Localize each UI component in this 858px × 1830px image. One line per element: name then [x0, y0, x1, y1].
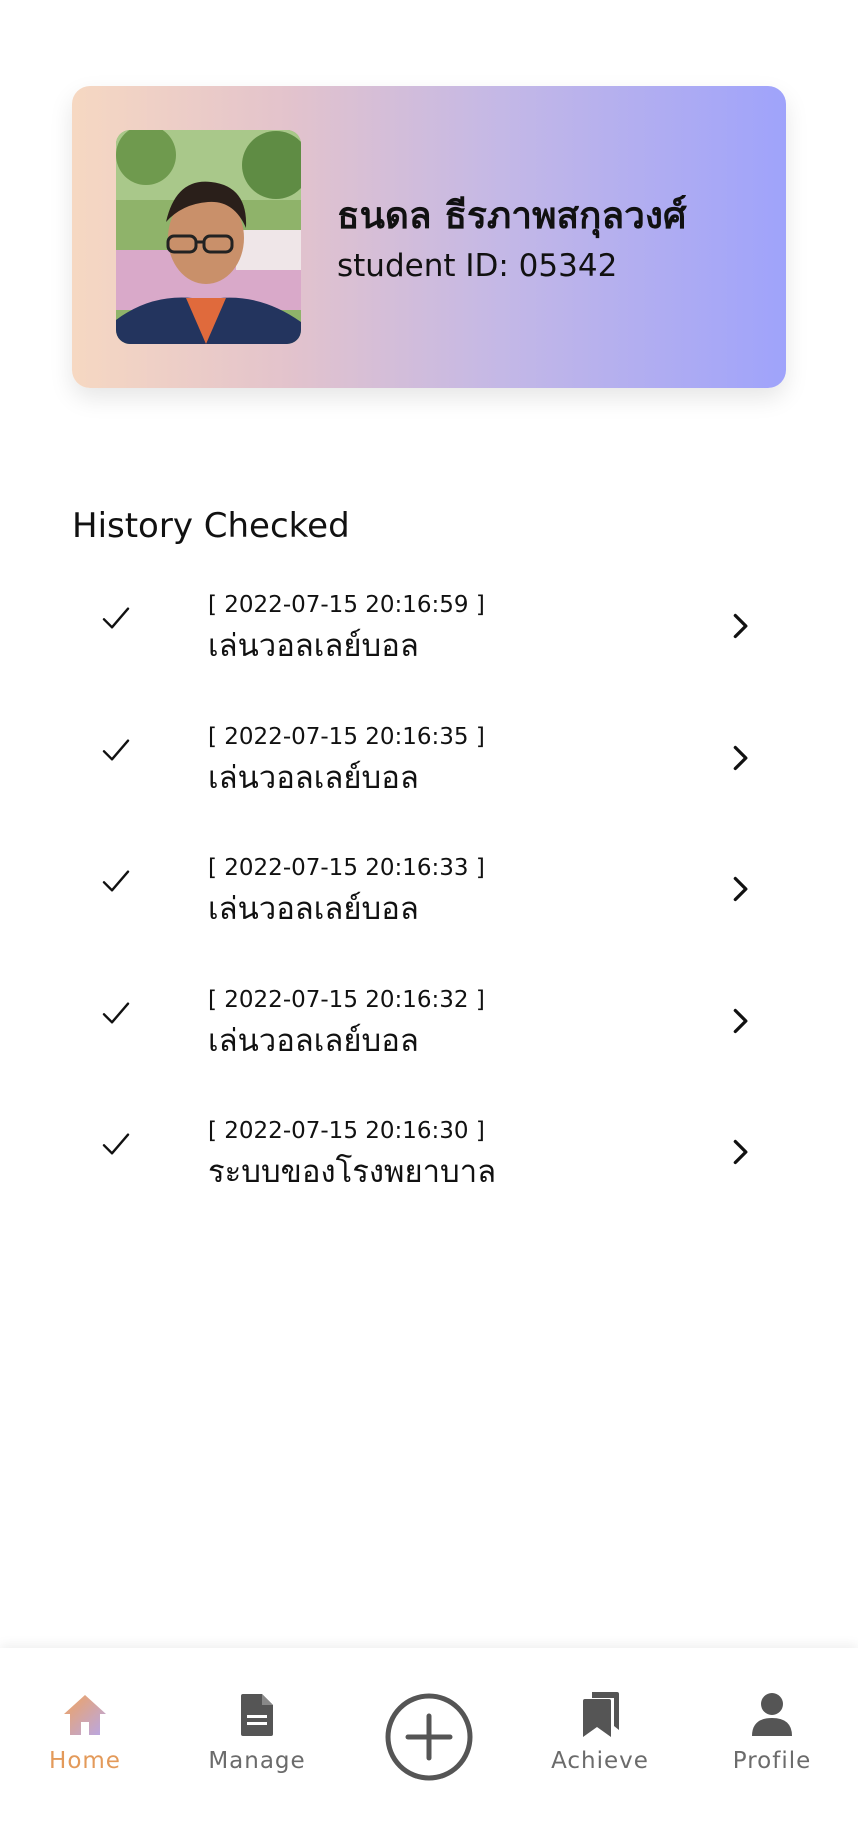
- student-id: student ID: 05342: [337, 248, 618, 284]
- home-icon: [64, 1695, 106, 1735]
- history-item-time: [ 2022-07-15 20:16:30 ]: [208, 1118, 485, 1144]
- nav-profile[interactable]: Profile: [702, 1690, 842, 1790]
- history-list: [ 2022-07-15 20:16:59 ] เล่นวอลเลย์บอล […: [0, 580, 858, 1238]
- history-item-time: [ 2022-07-15 20:16:59 ]: [208, 592, 485, 618]
- history-item-title: ระบบของโรงพยาบาล: [208, 1154, 497, 1190]
- history-item[interactable]: [ 2022-07-15 20:16:30 ] ระบบของโรงพยาบาล: [0, 1106, 858, 1238]
- nav-manage-label: Manage: [208, 1748, 306, 1774]
- history-item-title: เล่นวอลเลย์บอล: [208, 1022, 419, 1059]
- nav-achieve[interactable]: Achieve: [530, 1690, 670, 1790]
- chevron-right-icon[interactable]: [726, 744, 754, 772]
- avatar: [116, 130, 301, 344]
- user-name: ธนดล ธีรภาพสกุลวงศ์: [337, 194, 687, 237]
- check-icon: [102, 738, 130, 761]
- nav-home[interactable]: Home: [15, 1690, 155, 1790]
- check-icon: [102, 1001, 130, 1024]
- chevron-right-icon[interactable]: [726, 1007, 754, 1035]
- document-icon: [241, 1694, 273, 1736]
- chevron-right-icon[interactable]: [726, 612, 754, 640]
- nav-manage[interactable]: Manage: [187, 1690, 327, 1790]
- history-item[interactable]: [ 2022-07-15 20:16:35 ] เล่นวอลเลย์บอล: [0, 712, 858, 844]
- profile-card[interactable]: ธนดล ธีรภาพสกุลวงศ์ student ID: 05342: [72, 86, 786, 388]
- bottom-nav: Home Manage Achieve Profile: [0, 1648, 858, 1830]
- check-icon: [102, 1133, 130, 1155]
- history-item-time: [ 2022-07-15 20:16:32 ]: [208, 986, 485, 1013]
- history-item-title: เล่นวอลเลย์บอล: [208, 628, 419, 664]
- chevron-right-icon[interactable]: [726, 875, 754, 903]
- history-item-time: [ 2022-07-15 20:16:35 ]: [208, 723, 485, 750]
- history-item[interactable]: [ 2022-07-15 20:16:33 ] เล่นวอลเลย์บอล: [0, 843, 858, 975]
- person-icon: [752, 1693, 792, 1736]
- add-circle-icon[interactable]: [384, 1692, 474, 1782]
- home-screen: ธนดล ธีรภาพสกุลวงศ์ student ID: 05342 Hi…: [0, 0, 858, 1830]
- check-icon: [102, 870, 130, 892]
- history-item-time: [ 2022-07-15 20:16:33 ]: [208, 855, 485, 881]
- chevron-right-icon[interactable]: [726, 1138, 754, 1166]
- history-item-title: เล่นวอลเลย์บอล: [208, 759, 419, 796]
- nav-achieve-label: Achieve: [551, 1748, 649, 1774]
- nav-profile-label: Profile: [732, 1748, 812, 1774]
- nav-home-label: Home: [49, 1748, 121, 1774]
- bookmarks-icon: [583, 1692, 619, 1737]
- history-item-title: เล่นวอลเลย์บอล: [208, 891, 419, 927]
- history-item[interactable]: [ 2022-07-15 20:16:59 ] เล่นวอลเลย์บอล: [0, 580, 858, 712]
- history-item[interactable]: [ 2022-07-15 20:16:32 ] เล่นวอลเลย์บอล: [0, 975, 858, 1107]
- check-icon: [102, 607, 130, 629]
- history-section-title: History Checked: [72, 506, 350, 546]
